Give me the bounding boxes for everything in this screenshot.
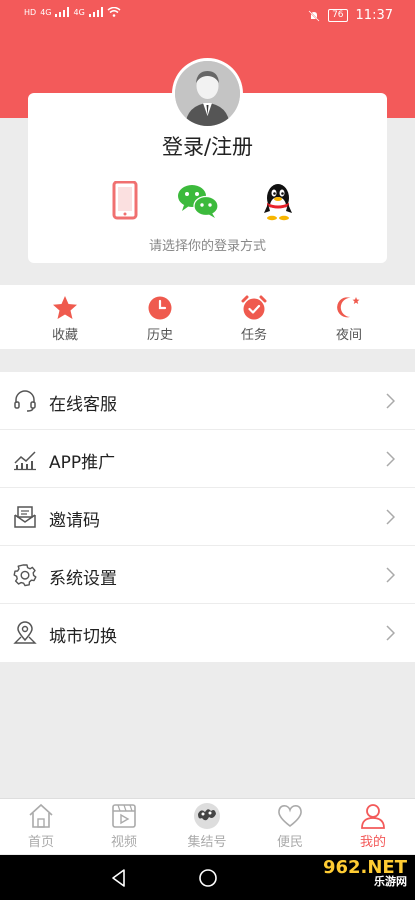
network-4g-label: 4G [40, 7, 52, 17]
quick-link-label: 历史 [146, 328, 173, 343]
watermark: 962.NET 乐游网 [322, 857, 407, 889]
alarm-icon [241, 295, 267, 320]
login-register-link[interactable]: 登录/注册 [0, 131, 415, 161]
logo-icon [194, 803, 220, 829]
avatar-image [175, 61, 240, 126]
gear-icon [13, 564, 37, 587]
quick-link-label: 收藏 [51, 328, 78, 343]
chevron-right-icon [386, 625, 395, 641]
wechat-icon[interactable] [176, 181, 220, 221]
tab-convenience[interactable]: 便民 [260, 802, 320, 850]
user-silhouette-icon [175, 61, 240, 126]
quick-link-favorites[interactable]: 收藏 [35, 295, 95, 343]
signal-icon-2 [88, 7, 103, 17]
status-bar: HD 4G 4G 76 11:37 [0, 0, 415, 32]
menu-item-label: 城市切换 [49, 627, 117, 647]
chevron-right-icon [386, 393, 395, 409]
chevron-right-icon [386, 509, 395, 525]
signal-icon [55, 7, 70, 17]
video-icon [112, 804, 136, 828]
quick-link-night-mode[interactable]: 夜间 [319, 295, 379, 343]
hd-label: HD [24, 7, 37, 17]
headset-icon [14, 390, 36, 412]
moon-icon [337, 297, 360, 318]
menu-item-app-promotion[interactable]: APP推广 [0, 430, 415, 488]
menu-item-system-settings[interactable]: 系统设置 [0, 546, 415, 604]
menu-item-city-switch[interactable]: 城市切换 [0, 604, 415, 662]
quick-link-tasks[interactable]: 任务 [224, 295, 284, 343]
phone-icon[interactable] [103, 181, 147, 221]
quick-links: 收藏 历史 任务 夜间 [0, 285, 415, 349]
user-icon [361, 804, 385, 829]
tab-label: 集结号 [187, 835, 227, 850]
avatar[interactable] [172, 58, 243, 129]
tab-label: 我的 [359, 835, 386, 850]
status-right: 76 11:37 [308, 8, 393, 23]
home-icon [29, 803, 53, 828]
quick-link-history[interactable]: 历史 [130, 295, 190, 343]
menu-item-label: 邀请码 [49, 511, 100, 531]
clock-time: 11:37 [355, 8, 393, 23]
clock-icon [148, 296, 172, 320]
watermark-title: 962.NET [322, 857, 407, 878]
chevron-right-icon [386, 567, 395, 583]
network-4g-label-2: 4G [73, 7, 85, 17]
tab-label: 便民 [276, 835, 303, 850]
heart-icon [278, 805, 302, 828]
tab-label: 首页 [27, 835, 54, 850]
login-hint: 请选择你的登录方式 [148, 239, 266, 254]
tab-mine[interactable]: 我的 [343, 802, 403, 850]
chevron-right-icon [386, 451, 395, 467]
settings-menu: 在线客服 APP推广 邀请码 系统设置 城市切换 [0, 372, 415, 662]
menu-item-invite-code[interactable]: 邀请码 [0, 488, 415, 546]
menu-item-label: 在线客服 [49, 395, 117, 415]
android-nav-bar: 962.NET 乐游网 [0, 855, 415, 900]
menu-item-label: 系统设置 [49, 569, 117, 589]
back-icon[interactable] [108, 867, 130, 889]
status-left: HD 4G 4G [24, 7, 121, 17]
battery-indicator: 76 [328, 9, 348, 22]
tab-label: 视频 [110, 835, 137, 850]
mute-bell-icon [308, 9, 320, 22]
tab-home[interactable]: 首页 [11, 802, 71, 850]
quick-link-label: 任务 [240, 328, 267, 343]
qq-icon[interactable] [256, 181, 300, 221]
menu-item-label: APP推广 [49, 453, 116, 473]
location-icon [13, 621, 37, 644]
quick-link-label: 夜间 [335, 328, 362, 343]
chart-icon [14, 451, 36, 471]
tab-jijiehao[interactable]: 集结号 [177, 802, 237, 850]
tab-video[interactable]: 视频 [94, 802, 154, 850]
envelope-icon [14, 506, 36, 528]
wifi-icon [107, 7, 121, 17]
bottom-tab-bar: 首页 视频 集结号 便民 我的 [0, 798, 415, 854]
home-button-icon[interactable] [197, 867, 219, 889]
star-icon [53, 296, 77, 319]
menu-item-customer-service[interactable]: 在线客服 [0, 372, 415, 430]
